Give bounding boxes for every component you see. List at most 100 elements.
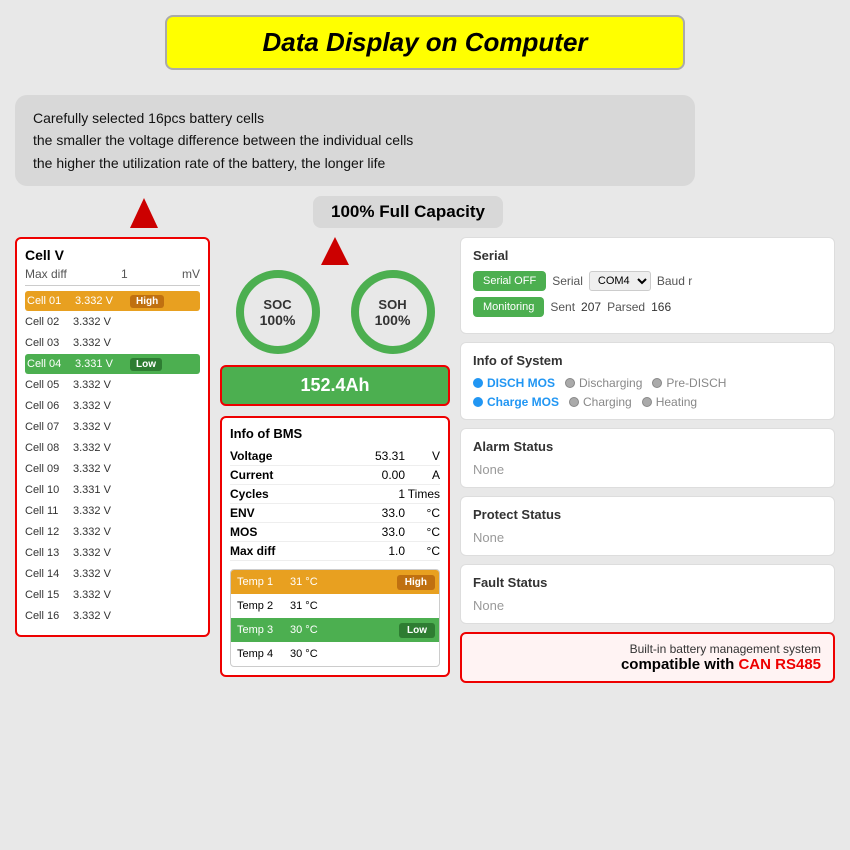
parsed-value: 166 — [651, 300, 671, 314]
cell-value: 3.332 V — [73, 316, 128, 328]
temp-badge: Low — [399, 623, 435, 638]
cell-value: 3.332 V — [73, 610, 128, 622]
soh-gauge: SOH 100% — [348, 267, 438, 357]
note-line2: compatible with CAN RS485 — [474, 656, 821, 673]
protect-status-title: Protect Status — [473, 507, 822, 522]
cell-name: Cell 02 — [25, 316, 73, 328]
cell-value: 3.332 V — [73, 379, 128, 391]
bms-unit: °C — [405, 506, 440, 520]
bms-key: ENV — [230, 506, 310, 520]
cell-value: 3.332 V — [73, 463, 128, 475]
system-info-card: Info of System DISCH MOS Discharging Pre… — [460, 342, 835, 420]
cell-row: Cell 113.332 V — [25, 501, 200, 521]
protect-status-value: None — [473, 530, 822, 545]
cell-row: Cell 033.332 V — [25, 333, 200, 353]
serial-off-button[interactable]: Serial OFF — [473, 271, 546, 291]
charging-label: Charging — [583, 395, 632, 409]
bms-value: 33.0 — [310, 525, 405, 539]
cell-value: 3.331 V — [73, 484, 128, 496]
sent-value: 207 — [581, 300, 601, 314]
predisch-label: Pre-DISCH — [666, 376, 726, 390]
cell-name: Cell 12 — [25, 526, 73, 538]
bms-row: MOS33.0°C — [230, 523, 440, 542]
soh-label: SOH — [375, 297, 411, 312]
bms-unit: Times — [405, 487, 440, 501]
cell-row: Cell 153.332 V — [25, 585, 200, 605]
predisch-dot — [652, 378, 662, 388]
soc-gauge: SOC 100% — [233, 267, 323, 357]
serial-row-2: Monitoring Sent 207 Parsed 166 — [473, 297, 822, 317]
serial-card: Serial Serial OFF Serial COM4 Baud r Mon… — [460, 237, 835, 334]
cell-name: Cell 16 — [25, 610, 73, 622]
soc-label: SOC — [260, 297, 296, 312]
alarm-status-title: Alarm Status — [473, 439, 822, 454]
temp-row: Temp 430 °C — [231, 642, 439, 666]
cell-row: Cell 073.332 V — [25, 417, 200, 437]
temp-badge: High — [397, 575, 435, 590]
discharging-label: Discharging — [579, 376, 642, 390]
temp-value: 30 °C — [286, 624, 399, 636]
cell-name: Cell 15 — [25, 589, 73, 601]
temp-value: 30 °C — [286, 648, 439, 660]
bms-value: 33.0 — [310, 506, 405, 520]
charge-mos-item: Charge MOS — [473, 395, 559, 409]
temp-name: Temp 4 — [231, 648, 286, 660]
cell-row: Cell 053.332 V — [25, 375, 200, 395]
cell-value: 3.332 V — [73, 568, 128, 580]
cell-value: 3.332 V — [73, 400, 128, 412]
capacity-bar: 152.4Ah — [220, 365, 450, 406]
bms-key: Cycles — [230, 487, 310, 501]
alarm-status-value: None — [473, 462, 822, 477]
cell-row: Cell 043.331 VLow — [25, 354, 200, 374]
fault-status-card: Fault Status None — [460, 564, 835, 624]
cell-row: Cell 103.331 V — [25, 480, 200, 500]
serial-title: Serial — [473, 248, 822, 263]
soh-gauge-text: SOH 100% — [375, 297, 411, 328]
cell-name: Cell 14 — [25, 568, 73, 580]
bms-key: Current — [230, 468, 310, 482]
parsed-label: Parsed — [607, 300, 645, 314]
bms-row: Current0.00A — [230, 466, 440, 485]
bms-key: MOS — [230, 525, 310, 539]
temp-name: Temp 2 — [231, 600, 286, 612]
temp-name: Temp 3 — [231, 624, 286, 636]
max-diff-row: Max diff 1 mV — [25, 267, 200, 286]
bms-unit: °C — [405, 525, 440, 539]
serial-select[interactable]: COM4 — [589, 271, 651, 291]
charge-mos-dot — [473, 397, 483, 407]
cell-name: Cell 05 — [25, 379, 73, 391]
fault-status-title: Fault Status — [473, 575, 822, 590]
cell-value: 3.332 V — [73, 505, 128, 517]
serial-label: Serial — [552, 274, 583, 288]
system-info-title: Info of System — [473, 353, 822, 368]
cell-row: Cell 023.332 V — [25, 312, 200, 332]
cell-name: Cell 08 — [25, 442, 73, 454]
fault-status-value: None — [473, 598, 822, 613]
arrow-up-middle — [220, 237, 450, 265]
bms-rows-container: Voltage53.31VCurrent0.00ACycles1TimesENV… — [230, 447, 440, 561]
cell-row: Cell 083.332 V — [25, 438, 200, 458]
bms-row: Voltage53.31V — [230, 447, 440, 466]
disch-mos-item: DISCH MOS — [473, 376, 555, 390]
bottom-note: Built-in battery management system compa… — [460, 632, 835, 683]
title-banner: Data Display on Computer — [165, 15, 685, 70]
cell-value: 3.332 V — [73, 526, 128, 538]
monitoring-button[interactable]: Monitoring — [473, 297, 544, 317]
note-line2-highlight: CAN RS485 — [738, 656, 821, 673]
disch-mos-label: DISCH MOS — [487, 376, 555, 390]
cell-row: Cell 093.332 V — [25, 459, 200, 479]
soc-gauge-text: SOC 100% — [260, 297, 296, 328]
cell-name: Cell 03 — [25, 337, 73, 349]
arrow-up-shape — [321, 237, 349, 265]
cell-value: 3.332 V — [73, 442, 128, 454]
temp-row: Temp 231 °C — [231, 594, 439, 618]
temp-table: Temp 131 °CHighTemp 231 °CTemp 330 °CLow… — [230, 569, 440, 667]
max-diff-label: Max diff — [25, 267, 67, 281]
bms-value: 1 — [310, 487, 405, 501]
arrow-up-left — [130, 198, 158, 228]
cell-name: Cell 09 — [25, 463, 73, 475]
cell-value: 3.332 V — [73, 337, 128, 349]
bms-row: Cycles1Times — [230, 485, 440, 504]
description-box: Carefully selected 16pcs battery cells t… — [15, 95, 695, 186]
serial-row-1: Serial OFF Serial COM4 Baud r — [473, 271, 822, 291]
